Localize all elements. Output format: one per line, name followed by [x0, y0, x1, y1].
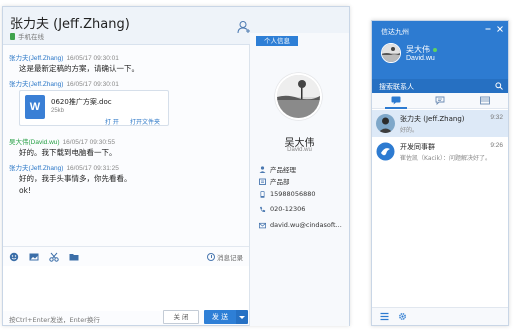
conversation-item[interactable]: 开发同事群 崔佐凯（Kacik）：问题解决好了。 9:26 [372, 138, 508, 165]
profile-phone-row: 020-12306 [259, 205, 305, 213]
user-name-row: 吴大伟 [406, 44, 437, 55]
contact-status: 手机在线 [10, 31, 44, 41]
profile-email[interactable]: david.wu@cindasoft... [270, 221, 342, 229]
contact-name: 张力夫 (Jeff.Zhang) [10, 17, 130, 32]
user-avatar[interactable] [381, 43, 401, 63]
message-time: 16/05/17 09:30:01 [66, 81, 119, 88]
conversation-avatar [376, 142, 395, 161]
conversation-preview: 崔佐凯（Kacik）：问题解决好了。 [400, 155, 491, 162]
message-text: 好的。我下载到电脑看一下。 [19, 148, 117, 157]
screenshot-scissors-icon[interactable] [49, 252, 59, 262]
profile-title: 产品经理 [270, 166, 296, 174]
conversation-time: 9:32 [490, 114, 503, 121]
contacts-window: 信达九州 吴大伟 David.wu 搜索联系人 张力夫 (Jeff.Zhang)… [371, 20, 509, 326]
search-input[interactable]: 搜索联系人 [379, 82, 414, 92]
clock-icon [207, 253, 215, 261]
message-header: 张力夫(Jeff.Zhang) 16/05/17 09:30:01 [9, 78, 119, 88]
user-english-name: David.wu [406, 55, 435, 62]
profile-department: 产品部 [270, 178, 290, 186]
tab-contacts[interactable] [435, 96, 445, 105]
profile-mobile-row: 15988056880 [259, 190, 316, 198]
send-button[interactable]: 发 送 [204, 310, 236, 324]
message-input[interactable] [3, 266, 249, 311]
user-icon [259, 165, 266, 173]
conversation-preview: 好的。 [400, 127, 419, 134]
folder-icon[interactable] [69, 252, 79, 262]
profile-email-row: david.wu@cindasoft... [259, 221, 342, 229]
contact-photo [376, 114, 395, 133]
conversation-avatar [376, 114, 395, 133]
message-time: 16/05/17 09:30:55 [62, 139, 115, 146]
open-folder-link[interactable]: 打开文件夹 [130, 117, 160, 126]
message-time: 16/05/17 09:30:01 [66, 55, 119, 62]
contact-status-text: 手机在线 [18, 34, 44, 41]
profile-avatar [275, 73, 322, 120]
message-header: 张力夫(Jeff.Zhang) 16/05/17 09:31:25 [9, 162, 119, 172]
contacts-footer [372, 307, 508, 325]
message-time: 16/05/17 09:31:25 [66, 165, 119, 172]
file-size: 25kb [51, 108, 65, 114]
sender-name: 张力夫(Jeff.Zhang) [9, 55, 64, 62]
active-tab-indicator [385, 107, 407, 109]
word-doc-icon: W [25, 95, 45, 119]
conversation-item[interactable]: 张力夫 (Jeff.Zhang) 好的。 9:32 [372, 110, 508, 137]
menu-icon[interactable] [380, 312, 389, 321]
history-label: 消息记录 [217, 254, 243, 262]
message-list[interactable]: 张力夫(Jeff.Zhang) 16/05/17 09:30:01 这是最新定稿的… [3, 47, 249, 247]
online-status-icon[interactable] [433, 47, 437, 52]
user-photo [382, 44, 400, 62]
message-header: 张力夫(Jeff.Zhang) 16/05/17 09:30:01 [9, 52, 119, 62]
profile-department-row: 产品部 [259, 176, 290, 186]
message-text: 好的，我手头事情多，你先看看。 [19, 174, 132, 183]
mail-icon [259, 222, 266, 228]
contacts-tabs [372, 93, 508, 109]
user-name: 吴大伟 [406, 45, 430, 54]
tab-profile[interactable]: 个人信息 [256, 36, 298, 46]
emoji-icon[interactable] [9, 252, 19, 262]
search-icon[interactable] [495, 82, 503, 90]
profile-title-row: 产品经理 [259, 164, 296, 174]
conversation-name: 开发同事群 [400, 143, 435, 151]
gear-icon[interactable] [398, 312, 407, 321]
chat-toolbar: 消息记录 [3, 246, 249, 266]
group-icon [376, 142, 395, 161]
profile-mobile: 15988056880 [270, 190, 316, 198]
tab-organization[interactable] [480, 96, 490, 105]
sender-name: 张力夫(Jeff.Zhang) [9, 81, 64, 88]
open-file-link[interactable]: 打 开 [105, 117, 119, 126]
close-icon[interactable] [497, 26, 503, 32]
conversation-name: 张力夫 (Jeff.Zhang) [400, 115, 465, 123]
file-name: 0620推广方案.doc [51, 98, 112, 106]
message-header: 吴大伟(David.wu) 16/05/17 09:30:55 [9, 136, 115, 146]
minimize-icon[interactable] [485, 26, 491, 32]
send-options-dropdown[interactable] [236, 310, 248, 324]
profile-photo [277, 75, 320, 118]
mobile-online-icon [10, 32, 15, 40]
file-attachment: W 0620推广方案.doc 25kb 打 开 打开文件夹 [19, 90, 169, 126]
conversation-time: 9:26 [490, 142, 503, 149]
sender-name: 张力夫(Jeff.Zhang) [9, 165, 64, 172]
profile-english-name: David.wu [287, 147, 312, 153]
sender-name: 吴大伟(David.wu) [9, 139, 60, 146]
app-name: 信达九州 [381, 28, 409, 36]
send-hint: 按Ctrl+Enter发送，Enter换行 [9, 316, 100, 324]
contacts-header: 信达九州 吴大伟 David.wu [372, 21, 508, 79]
tab-recent-chats[interactable] [391, 96, 401, 105]
department-icon [259, 178, 266, 185]
contact-search-bar[interactable]: 搜索联系人 [372, 79, 508, 93]
phone-icon [260, 206, 266, 212]
image-icon[interactable] [29, 252, 39, 262]
profile-phone: 020-12306 [270, 205, 306, 213]
close-button[interactable]: 关 闭 [163, 310, 199, 324]
profile-panel: 个人信息 吴大伟 David.wu 产品经理 产品部 15988056880 0… [250, 33, 349, 326]
message-text: ok! [19, 186, 31, 195]
chat-window: 张力夫 (Jeff.Zhang) 手机在线 张力夫(Jeff.Zhang) 16/… [2, 6, 350, 326]
message-history-link[interactable]: 消息记录 [207, 252, 243, 262]
mobile-icon [260, 190, 265, 198]
add-contact-icon[interactable] [237, 20, 251, 34]
message-text: 这是最新定稿的方案，请确认一下。 [19, 64, 139, 73]
